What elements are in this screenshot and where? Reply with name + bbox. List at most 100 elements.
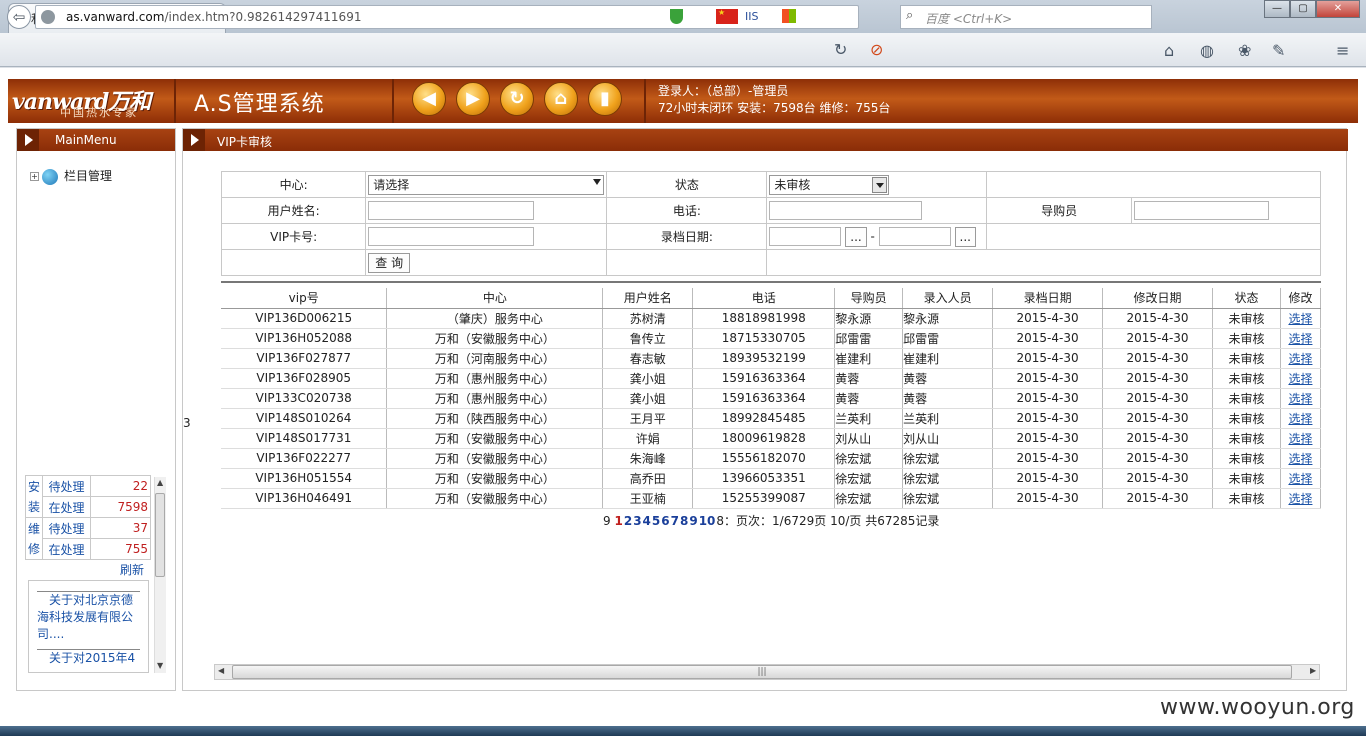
- table-cell: VIP136H052088: [221, 328, 388, 349]
- status-select[interactable]: 未审核: [769, 174, 890, 195]
- table-cell: 鲁传立: [602, 328, 694, 349]
- news-item[interactable]: 关于对北京京德海科技发展有限公司....: [37, 592, 140, 643]
- select-link[interactable]: 选择: [1288, 492, 1312, 506]
- table-cell: VIP148S017731: [221, 428, 388, 449]
- select-link[interactable]: 选择: [1288, 392, 1312, 406]
- center-label: 中心:: [220, 171, 367, 198]
- table-cell: 万和（安徽服务中心）: [386, 448, 604, 469]
- scroll-left-icon[interactable]: ◀: [218, 666, 224, 675]
- news-item[interactable]: 关于对2015年4: [37, 650, 140, 667]
- vip-input[interactable]: [368, 227, 535, 246]
- scroll-up-icon[interactable]: ▲: [157, 478, 163, 487]
- center-select-value: 请选择: [373, 177, 410, 192]
- table-cell: VIP136H046491: [221, 488, 388, 509]
- select-link[interactable]: 选择: [1288, 312, 1312, 326]
- name-input[interactable]: [368, 201, 535, 220]
- select-link[interactable]: 选择: [1288, 472, 1312, 486]
- table-cell: 2015-4-30: [1102, 448, 1213, 469]
- news-box: 关于对北京京德海科技发展有限公司.... 关于对2015年4: [28, 580, 149, 673]
- shield-icon[interactable]: [670, 9, 683, 24]
- menu-icon[interactable]: ≡: [1336, 41, 1349, 60]
- table-cell: 选择: [1280, 408, 1322, 429]
- stats-value: 755: [90, 538, 151, 560]
- page-link[interactable]: 3: [633, 514, 641, 528]
- date-to-input[interactable]: [878, 226, 951, 246]
- select-link[interactable]: 选择: [1288, 352, 1312, 366]
- table-cell: 选择: [1280, 488, 1322, 509]
- close-window-icon[interactable]: ✕: [1316, 0, 1360, 18]
- center-select[interactable]: 请选择: [368, 174, 605, 195]
- main-menu-header: MainMenu: [17, 129, 175, 151]
- refresh-icon[interactable]: ↻: [500, 82, 534, 116]
- date-to-picker-button[interactable]: ...: [954, 226, 976, 247]
- table-cell: 选择: [1280, 328, 1322, 349]
- page-link[interactable]: 7: [671, 514, 679, 528]
- status-label: 状态: [606, 171, 768, 198]
- back-icon[interactable]: ⇦: [7, 5, 31, 29]
- select-link[interactable]: 选择: [1288, 332, 1312, 346]
- page-link[interactable]: 5: [652, 514, 660, 528]
- table-cell: 未审核: [1212, 428, 1281, 449]
- globe-icon[interactable]: ◍: [1200, 41, 1214, 60]
- column-header: 导购员: [834, 288, 904, 309]
- stats-label[interactable]: 在处理: [42, 538, 92, 560]
- block-icon[interactable]: ⊘: [870, 40, 883, 59]
- chevron-down-icon: [593, 178, 602, 185]
- empty-cell: [220, 249, 367, 276]
- maximize-icon[interactable]: ▢: [1290, 0, 1316, 18]
- table-cell: 2015-4-30: [992, 368, 1104, 389]
- scroll-right-icon[interactable]: ▶: [1310, 666, 1316, 675]
- select-link[interactable]: 选择: [1288, 432, 1312, 446]
- menu-tree-item[interactable]: + 栏目管理: [30, 167, 112, 185]
- globe-icon: [42, 168, 58, 185]
- table-cell: 未审核: [1212, 468, 1281, 489]
- table-cell: 2015-4-30: [1102, 368, 1213, 389]
- tool-icon[interactable]: ✎: [1272, 41, 1285, 60]
- date-from-input[interactable]: [769, 226, 842, 246]
- column-header: vip号: [221, 288, 388, 309]
- page-link[interactable]: 9: [689, 514, 697, 528]
- query-button[interactable]: 查 询: [368, 252, 411, 273]
- table-cell: 选择: [1280, 468, 1322, 489]
- phone-input[interactable]: [769, 201, 923, 220]
- stats-label[interactable]: 在处理: [42, 496, 92, 518]
- url-host: as.vanward.com: [66, 10, 165, 24]
- table-cell: 2015-4-30: [992, 388, 1104, 409]
- search-input[interactable]: 百度 <Ctrl+K>: [900, 5, 1152, 29]
- page-link[interactable]: 8: [680, 514, 688, 528]
- table-cell: 选择: [1280, 388, 1322, 409]
- forward-arrow-icon[interactable]: ▶: [456, 82, 490, 116]
- guide-input[interactable]: [1134, 201, 1270, 220]
- site-info-icon[interactable]: [41, 10, 55, 24]
- table-row: VIP148S010264 万和（陕西服务中心） 王月平 18992845485 兰英利…: [221, 408, 1322, 429]
- exit-icon[interactable]: ▮: [588, 82, 622, 116]
- page-link[interactable]: 6: [661, 514, 669, 528]
- extension-icon[interactable]: ❀: [1238, 41, 1251, 60]
- table-row: VIP148S017731 万和（安徽服务中心） 许娟 18009619828 刘从山刘…: [221, 428, 1322, 449]
- home-icon[interactable]: ⌂: [1164, 41, 1174, 60]
- scroll-down-icon[interactable]: ▼: [157, 661, 163, 670]
- scrollbar-thumb[interactable]: |||: [232, 665, 1292, 679]
- select-link[interactable]: 选择: [1288, 412, 1312, 426]
- select-link[interactable]: 选择: [1288, 372, 1312, 386]
- scrollbar-thumb[interactable]: [155, 493, 165, 577]
- stats-label[interactable]: 待处理: [42, 517, 92, 539]
- table-cell: 黄蓉: [834, 368, 904, 389]
- page-link[interactable]: 4: [643, 514, 651, 528]
- select-link[interactable]: 选择: [1288, 452, 1312, 466]
- table-cell: 万和（安徽服务中心）: [386, 468, 604, 489]
- minimize-icon[interactable]: —: [1264, 0, 1290, 18]
- date-from-picker-button[interactable]: ...: [845, 226, 867, 247]
- expand-icon[interactable]: +: [30, 172, 39, 181]
- back-arrow-icon[interactable]: ◀: [412, 82, 446, 116]
- home-icon[interactable]: ⌂: [544, 82, 578, 116]
- page-link[interactable]: 2: [624, 514, 632, 528]
- table-cell: VIP148S010264: [221, 408, 388, 429]
- stats-label[interactable]: 待处理: [42, 475, 92, 497]
- table-cell: 选择: [1280, 308, 1322, 329]
- table-cell: 15255399087: [692, 488, 836, 509]
- refresh-link[interactable]: 刷新: [120, 561, 144, 578]
- page-link[interactable]: 10: [699, 514, 716, 528]
- reload-icon[interactable]: ↻: [834, 40, 847, 59]
- table-cell: 2015-4-30: [1102, 348, 1213, 369]
